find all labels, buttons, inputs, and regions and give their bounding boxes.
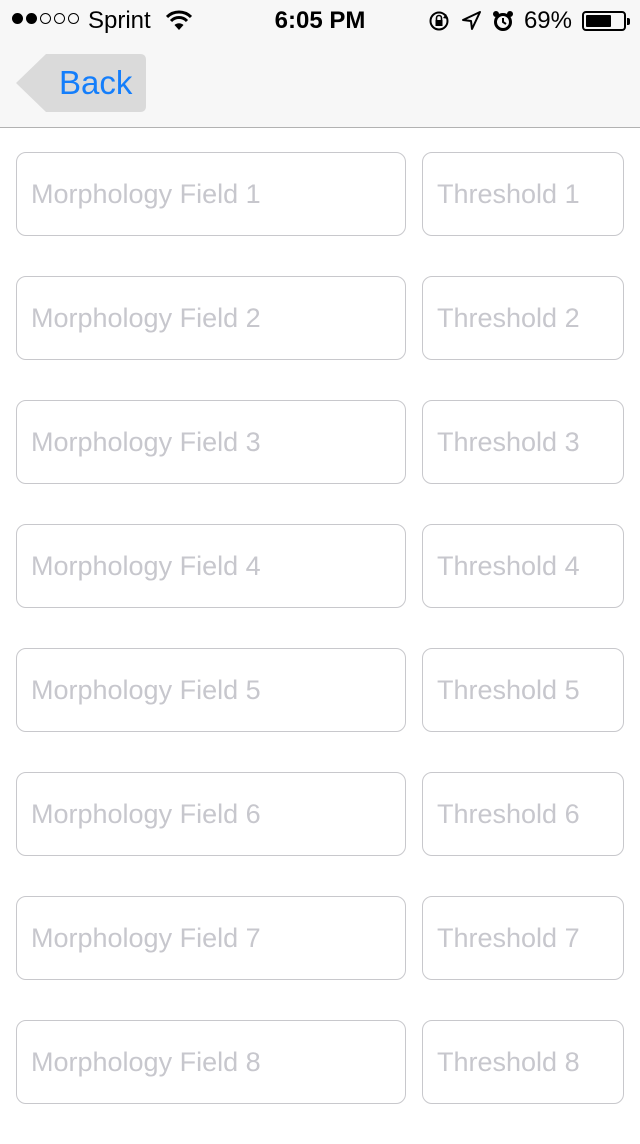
field-row <box>16 276 624 360</box>
field-row <box>16 152 624 236</box>
rotation-lock-icon <box>429 11 449 31</box>
morphology-field-input[interactable] <box>16 772 406 856</box>
threshold-input[interactable] <box>422 524 624 608</box>
morphology-field-input[interactable] <box>16 648 406 732</box>
threshold-input[interactable] <box>422 276 624 360</box>
threshold-input[interactable] <box>422 1020 624 1104</box>
morphology-form <box>16 152 624 1144</box>
battery-icon <box>582 11 630 31</box>
morphology-field-input[interactable] <box>16 400 406 484</box>
back-button[interactable]: Back <box>16 54 146 112</box>
location-arrow-icon <box>461 11 481 30</box>
field-row <box>16 648 624 732</box>
battery-percentage: 69% <box>523 7 572 34</box>
status-bar: Sprint 6:05 PM 69% <box>0 0 640 40</box>
threshold-input[interactable] <box>422 648 624 732</box>
alarm-icon <box>492 11 513 31</box>
threshold-input[interactable] <box>422 896 624 980</box>
morphology-field-input[interactable] <box>16 152 406 236</box>
morphology-field-input[interactable] <box>16 896 406 980</box>
battery-cap <box>627 18 630 25</box>
morphology-field-input[interactable] <box>16 276 406 360</box>
field-row <box>16 1020 624 1104</box>
battery-level <box>586 15 611 27</box>
field-row <box>16 896 624 980</box>
navigation-bar: Sprint 6:05 PM 69% Back <box>0 0 640 128</box>
field-row <box>16 772 624 856</box>
back-label: Back <box>59 64 133 101</box>
threshold-input[interactable] <box>422 772 624 856</box>
field-row <box>16 400 624 484</box>
field-row <box>16 524 624 608</box>
morphology-field-input[interactable] <box>16 1020 406 1104</box>
threshold-input[interactable] <box>422 152 624 236</box>
status-indicators: 69% <box>428 7 630 35</box>
threshold-input[interactable] <box>422 400 624 484</box>
morphology-field-input[interactable] <box>16 524 406 608</box>
